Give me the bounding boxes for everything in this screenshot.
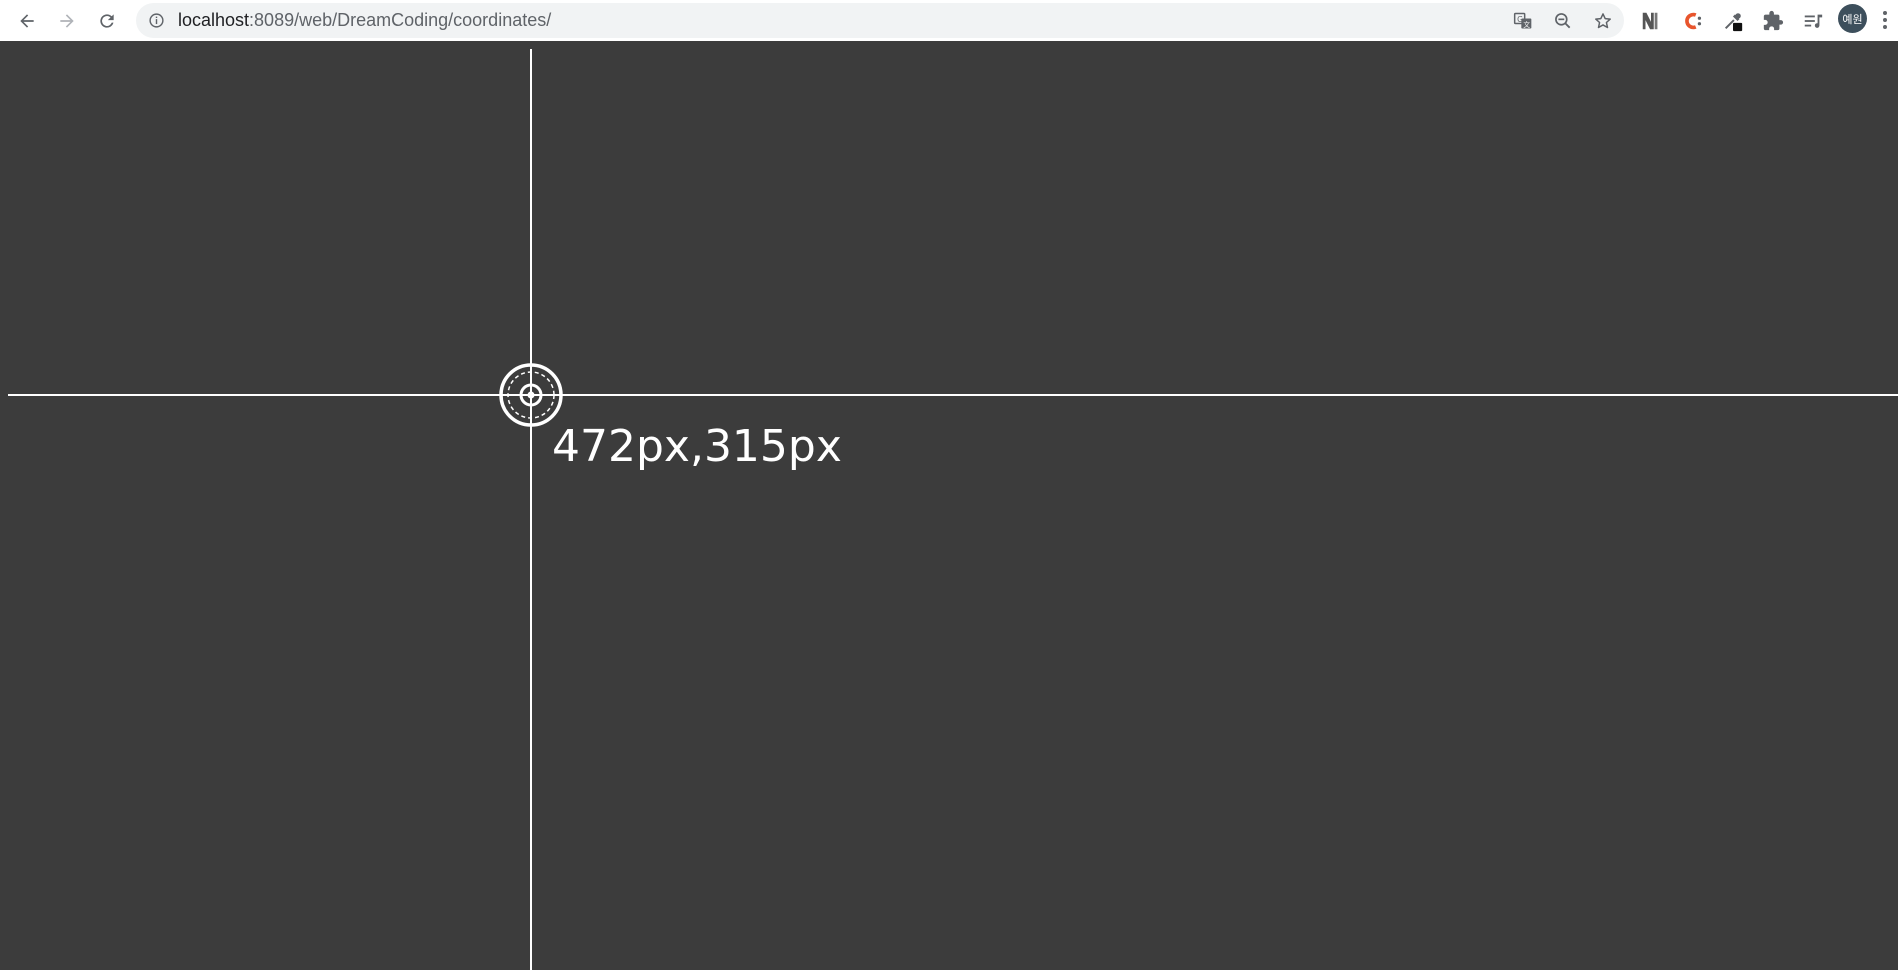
extension-n-button[interactable]: [1636, 6, 1666, 36]
bookmark-button[interactable]: [1592, 10, 1614, 32]
extensions-button[interactable]: [1758, 6, 1788, 36]
zoom-button[interactable]: [1552, 10, 1574, 32]
extension-c-button[interactable]: [1678, 6, 1708, 36]
reading-list-icon: [1804, 14, 1823, 28]
svg-text:文: 文: [1523, 20, 1530, 29]
c-extension-icon: [1685, 12, 1702, 30]
coordinate-label: 472px,315px: [552, 421, 842, 472]
translate-button[interactable]: G 文: [1512, 10, 1534, 32]
target-icon: [497, 361, 565, 429]
eyedropper-icon: [1724, 13, 1743, 32]
horizontal-crosshair-line: [8, 394, 1898, 396]
url-host: localhost: [178, 10, 250, 30]
zoom-out-icon: [1555, 13, 1571, 29]
url-text[interactable]: localhost:8089/web/DreamCoding/coordinat…: [178, 3, 551, 38]
reading-list-button[interactable]: [1798, 6, 1828, 36]
url-path: :8089/web/DreamCoding/coordinates/: [249, 10, 552, 30]
arrow-left-icon: [20, 14, 34, 28]
address-bar[interactable]: localhost:8089/web/DreamCoding/coordinat…: [136, 3, 1624, 38]
arrow-right-icon: [60, 14, 74, 28]
profile-avatar[interactable]: 예원: [1838, 4, 1867, 33]
reload-button[interactable]: [92, 6, 122, 36]
info-icon[interactable]: [148, 12, 165, 29]
forward-button[interactable]: [52, 6, 82, 36]
reload-icon: [100, 14, 114, 28]
page-viewport[interactable]: 472px,315px: [0, 41, 1898, 970]
extension-eyedropper-button[interactable]: [1718, 6, 1748, 36]
puzzle-icon: [1763, 10, 1784, 31]
more-vert-icon[interactable]: [1880, 8, 1890, 32]
browser-toolbar: localhost:8089/web/DreamCoding/coordinat…: [0, 0, 1898, 41]
vertical-crosshair-line: [530, 49, 532, 970]
translate-icon: G 文: [1513, 12, 1532, 29]
star-icon: [1595, 13, 1611, 29]
back-button[interactable]: [12, 6, 42, 36]
n-extension-icon: [1642, 12, 1658, 30]
